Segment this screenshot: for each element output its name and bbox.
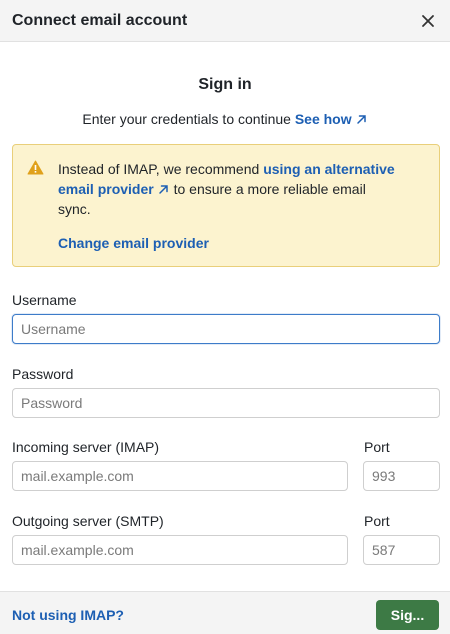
dialog-footer: Not using IMAP? Sig... <box>0 591 450 634</box>
dialog-header: Connect email account <box>0 0 450 42</box>
incoming-server-label: Incoming server (IMAP) <box>12 439 160 455</box>
external-link-icon <box>356 115 366 124</box>
sign-in-button[interactable]: Sig... <box>376 600 439 630</box>
close-icon <box>422 14 434 27</box>
signin-title: Sign in <box>198 76 252 93</box>
not-using-imap-link[interactable]: Not using IMAP? <box>12 607 124 623</box>
username-label: Username <box>12 292 77 308</box>
imap-warning-banner: Instead of IMAP, we recommend using an a… <box>12 144 440 267</box>
outgoing-port-label: Port <box>364 513 390 529</box>
incoming-server-input[interactable] <box>12 461 348 491</box>
signin-subtitle: Enter your credentials to continue See h… <box>0 111 450 127</box>
subtitle-text: Enter your credentials to continue <box>82 111 291 127</box>
outgoing-port-input[interactable] <box>363 535 440 565</box>
see-how-link[interactable]: See how <box>295 111 368 127</box>
see-how-label: See how <box>294 111 352 127</box>
incoming-port-label: Port <box>364 439 390 455</box>
warning-text-before: Instead of IMAP, we recommend <box>58 161 264 177</box>
dialog-title: Connect email account <box>12 11 188 29</box>
outgoing-server-input[interactable] <box>12 535 348 565</box>
close-button[interactable] <box>416 9 440 33</box>
username-input[interactable] <box>12 314 440 344</box>
warning-message: Instead of IMAP, we recommend using an a… <box>58 159 398 219</box>
password-input[interactable] <box>12 388 440 418</box>
change-provider-link[interactable]: Change email provider <box>58 235 209 251</box>
external-link-icon <box>158 185 168 194</box>
warning-icon <box>27 160 44 175</box>
password-label: Password <box>12 366 74 382</box>
incoming-port-input[interactable] <box>363 461 440 491</box>
outgoing-server-label: Outgoing server (SMTP) <box>12 513 164 529</box>
